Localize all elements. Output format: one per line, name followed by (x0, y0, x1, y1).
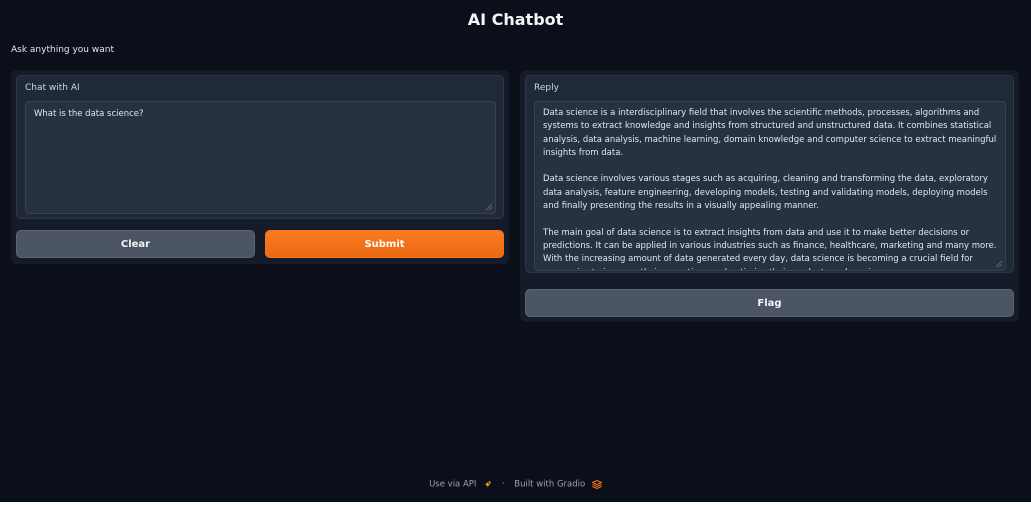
clear-button[interactable]: Clear (16, 230, 255, 258)
reply-paragraph: The main goal of data science is to extr… (543, 227, 997, 270)
use-via-api-label: Use via API (429, 479, 477, 489)
page-subtitle: Ask anything you want (11, 45, 114, 55)
reply-textarea[interactable]: Data science is a interdisciplinary fiel… (534, 101, 1006, 271)
reply-paragraph: Data science is a interdisciplinary fiel… (543, 108, 997, 158)
footer-separator: · (501, 479, 505, 490)
built-with-gradio-label: Built with Gradio (514, 479, 586, 489)
use-via-api-link[interactable]: Use via API (429, 479, 495, 490)
chat-input-label: Chat with AI (25, 83, 80, 93)
output-panel: Reply Data science is a interdisciplinar… (520, 70, 1019, 322)
footer: Use via API · Built with Gradio (0, 479, 1031, 490)
input-panel: Chat with AI What is the data science? C… (11, 70, 509, 264)
rocket-icon (484, 480, 491, 488)
reply-output-block: Reply Data science is a interdisciplinar… (525, 75, 1014, 273)
submit-button[interactable]: Submit (265, 230, 504, 258)
resize-handle-icon[interactable] (995, 260, 1003, 268)
reply-label: Reply (534, 83, 559, 93)
app-page: AI Chatbot Ask anything you want Chat wi… (0, 0, 1031, 502)
chat-input-block: Chat with AI What is the data science? (16, 75, 504, 219)
resize-handle-icon[interactable] (485, 203, 493, 211)
flag-button[interactable]: Flag (525, 289, 1014, 317)
built-with-gradio-link[interactable]: Built with Gradio (514, 479, 602, 490)
chat-input-textarea[interactable]: What is the data science? (25, 101, 496, 214)
reply-paragraph: Data science involves various stages suc… (543, 174, 988, 212)
chat-input-value: What is the data science? (34, 109, 144, 119)
page-title: AI Chatbot (467, 10, 564, 29)
gradio-logo-icon (591, 479, 602, 489)
